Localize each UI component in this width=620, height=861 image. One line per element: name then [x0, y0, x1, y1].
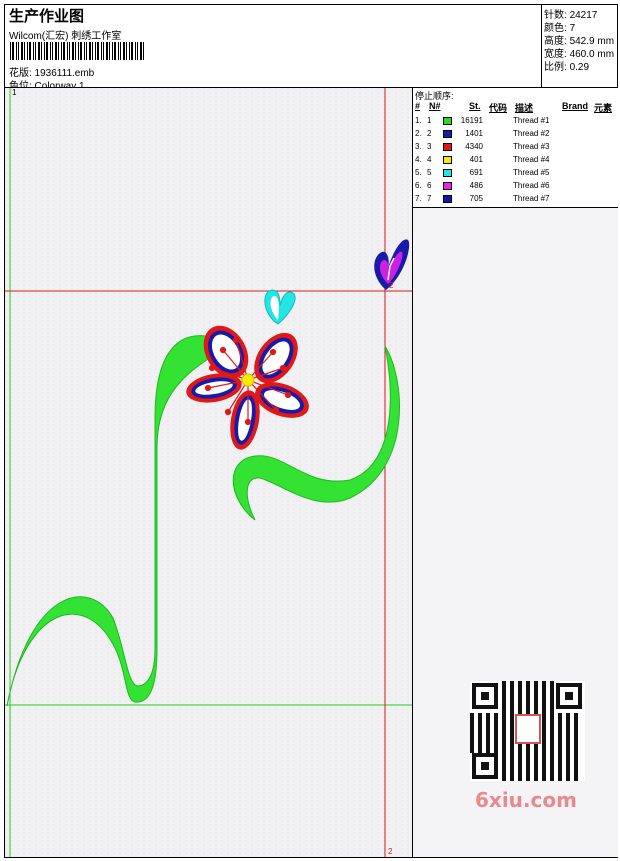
qr-code[interactable]	[470, 681, 585, 781]
design-stats: 针数: 24217 颜色: 7 高度: 542.9 mm 宽度: 460.0 m…	[542, 5, 618, 88]
company-name: Wilcom(汇宏) 刺绣工作室	[9, 31, 122, 42]
header-brand: Brand	[562, 101, 589, 111]
thread-table: 停止顺序: # N# St. 代码 描述 Brand 元素 1. 1 16191…	[413, 88, 618, 208]
color-swatch	[443, 143, 452, 151]
header-element: 元素	[594, 103, 613, 113]
color-swatch	[443, 169, 452, 177]
thread-row: 6. 6 486 Thread #6	[415, 181, 550, 190]
red-guide-label-top: 2	[389, 281, 394, 290]
side-panel: 停止顺序: # N# St. 代码 描述 Brand 元素 1. 1 16191…	[413, 88, 618, 857]
header-info: 生产作业图 Wilcom(汇宏) 刺绣工作室 花版: 1936111.emb 色…	[5, 5, 542, 92]
stat-scale: 比例: 0.29	[544, 62, 590, 73]
header-needle: N#	[429, 101, 441, 111]
header-code: 代码	[489, 103, 508, 113]
green-guide-label: 1	[12, 88, 17, 97]
color-swatch	[443, 117, 452, 125]
color-swatch	[443, 156, 452, 164]
header-stitches: St.	[469, 101, 481, 111]
embroidery-preview	[5, 88, 412, 857]
flower-center	[241, 373, 255, 387]
red-guide-label-bottom: 2	[388, 847, 393, 856]
thread-row: 1. 1 16191 Thread #1	[415, 116, 550, 125]
header-index: #	[415, 101, 421, 111]
design-canvas[interactable]: 1 2 2	[5, 88, 413, 857]
color-swatch	[443, 182, 452, 190]
page-title: 生产作业图	[9, 8, 85, 25]
color-swatch	[443, 130, 452, 138]
thread-row: 5. 5 691 Thread #5	[415, 168, 550, 177]
thread-row: 4. 4 401 Thread #4	[415, 155, 550, 164]
color-swatch	[443, 195, 452, 203]
header-description: 描述	[515, 103, 534, 113]
watermark: 6xiu.com	[475, 788, 577, 812]
thread-row: 7. 7 705 Thread #7	[415, 194, 550, 203]
thread-row: 3. 3 4340 Thread #3	[415, 142, 550, 151]
thread-row: 2. 2 1401 Thread #2	[415, 129, 550, 138]
barcode	[10, 42, 144, 60]
